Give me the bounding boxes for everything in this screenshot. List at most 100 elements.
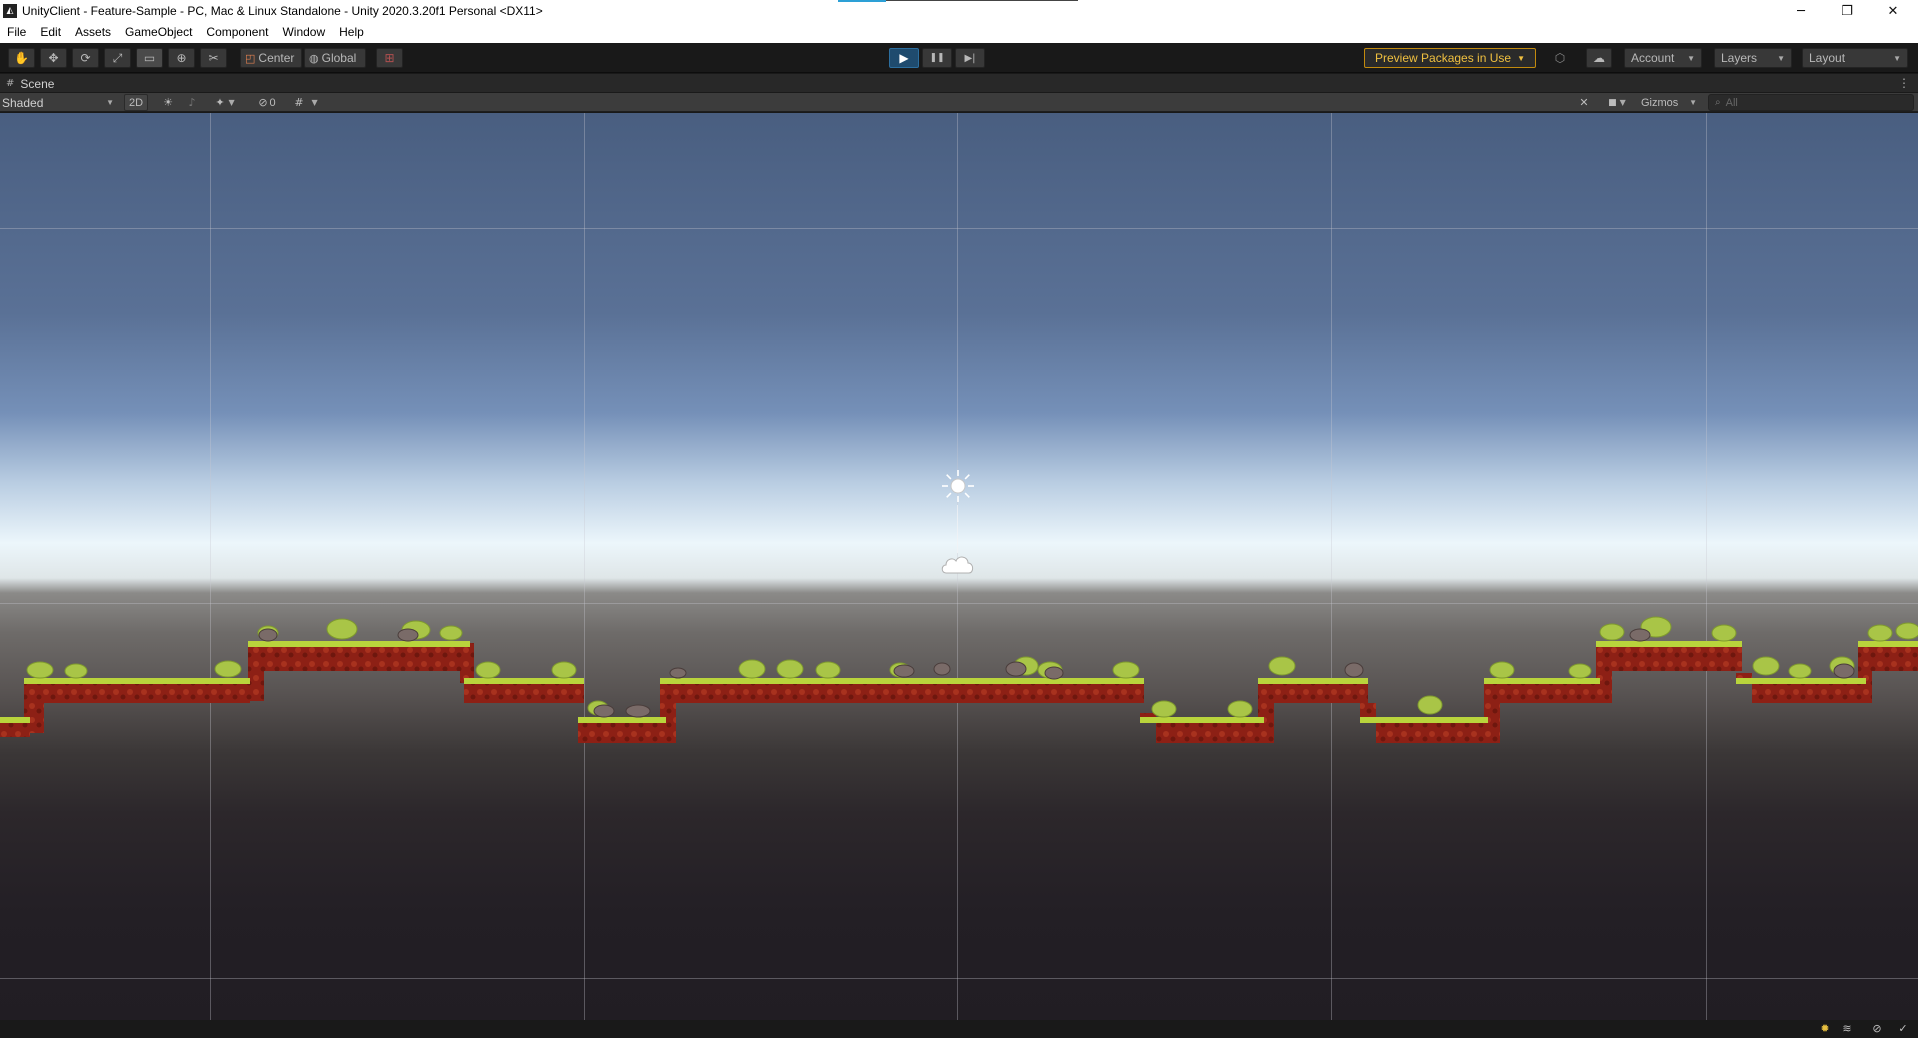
scene-visibility-button[interactable]: ⊘ 0 (252, 94, 282, 111)
cloud-icon: ☁ (1593, 51, 1605, 65)
preview-packages-button[interactable]: Preview Packages in Use ▼ (1364, 48, 1536, 68)
move-tool-button[interactable]: ✥ (40, 48, 67, 68)
chevron-down-icon: ▼ (1619, 98, 1626, 107)
tab-scene[interactable]: # Scene (0, 74, 62, 93)
search-placeholder: All (1725, 96, 1738, 109)
close-button[interactable]: ✕ (1870, 0, 1916, 22)
chevron-down-icon: ▼ (106, 98, 114, 107)
layers-icon[interactable]: ≋ (1840, 1022, 1854, 1036)
snap-grid-icon: ⊞ (384, 51, 395, 65)
draw-mode-label: Shaded (2, 95, 44, 110)
chevron-down-icon: ▼ (1687, 53, 1695, 63)
menu-help[interactable]: Help (332, 22, 371, 43)
unity-logo-icon: ◭ (3, 4, 17, 18)
chevron-down-icon: ▼ (228, 98, 235, 107)
tools-icon: ✕ (1579, 96, 1589, 109)
camera-dropdown[interactable]: ■ ▼ (1602, 94, 1632, 111)
rotate-tool-icon: ⟳ (80, 51, 91, 65)
collab-icon: ⬡ (1554, 51, 1566, 65)
play-button[interactable]: ▶ (889, 48, 919, 68)
close-icon: ✕ (1887, 3, 1899, 19)
scale-tool-button[interactable]: ⤢ (104, 48, 131, 68)
step-button[interactable]: ▶| (955, 48, 985, 68)
menu-bar: File Edit Assets GameObject Component Wi… (0, 22, 1918, 43)
chevron-down-icon: ▼ (1777, 53, 1785, 63)
scene-view-toolbar: Shaded ▼ 2D ☀ ♪ ✦ ▼ ⊘ 0 # ▼ ✕ ■ ▼ Gizmos… (0, 93, 1918, 112)
lightbulb-icon[interactable]: ✹ (1818, 1022, 1832, 1036)
light-direction-line (957, 505, 958, 553)
snap-button[interactable]: ⊞ (376, 48, 403, 68)
step-icon: ▶| (964, 52, 976, 64)
maximize-button[interactable]: ❐ (1824, 0, 1870, 22)
pivot-mode-button[interactable]: ◰ Center (240, 48, 302, 68)
title-progress-track (886, 0, 1078, 1)
scene-search-input[interactable]: ⌕ All (1708, 94, 1914, 111)
collab-button[interactable]: ⬡ (1548, 48, 1572, 68)
hand-tool-icon: ✋ (14, 51, 29, 65)
directional-light-icon[interactable] (940, 468, 976, 504)
status-bar: ✹ ≋ ⊘ ✓ (0, 1020, 1918, 1038)
rotate-tool-button[interactable]: ⟳ (72, 48, 99, 68)
gizmos-dropdown[interactable]: Gizmos ▼ (1636, 94, 1702, 111)
scene-audio-button[interactable]: ♪ (182, 94, 202, 111)
title-progress-accent (838, 0, 886, 2)
account-label: Account (1631, 51, 1675, 65)
chevron-down-icon: ▼ (1517, 53, 1525, 63)
lighting-icon: ☀ (163, 96, 173, 109)
grid-dropdown[interactable]: # ▼ (288, 94, 324, 111)
cloud-button[interactable]: ☁ (1586, 48, 1612, 68)
custom-tool-button[interactable]: ✂ (200, 48, 227, 68)
hidden-objects-count: 0 (269, 96, 276, 109)
scene-lighting-button[interactable]: ☀ (158, 94, 178, 111)
hand-tool-button[interactable]: ✋ (8, 48, 35, 68)
minimize-icon: ─ (1797, 3, 1805, 19)
transform-tool-button[interactable]: ⊕ (168, 48, 195, 68)
pivot-rotation-label: Global (321, 51, 357, 65)
tab-scene-label: Scene (20, 76, 55, 91)
editor-tools-button[interactable]: ✕ (1574, 94, 1594, 111)
audio-icon: ♪ (188, 96, 196, 109)
scene-effects-dropdown[interactable]: ✦ ▼ (208, 94, 242, 111)
rect-tool-icon: ▭ (143, 51, 156, 65)
restore-icon: ❐ (1841, 3, 1853, 19)
scene-tab-icon: # (6, 78, 15, 89)
main-toolbar: ✋ ✥ ⟳ ⤢ ▭ ⊕ ✂ ◰ Center ◍ Global ⊞ ▶ ❚❚ ▶… (0, 43, 1918, 73)
camera-gizmo-icon[interactable] (940, 551, 976, 577)
pivot-rotation-button[interactable]: ◍ Global (304, 48, 366, 68)
draw-mode-dropdown[interactable]: Shaded ▼ (0, 94, 118, 111)
menu-assets[interactable]: Assets (68, 22, 118, 43)
layers-label: Layers (1721, 51, 1758, 65)
chevron-down-icon: ▼ (1893, 53, 1901, 63)
title-bar: ◭ UnityClient - Feature-Sample - PC, Mac… (0, 0, 1918, 22)
minimize-button[interactable]: ─ (1778, 0, 1824, 22)
window-title: UnityClient - Feature-Sample - PC, Mac &… (22, 4, 543, 18)
menu-component[interactable]: Component (199, 22, 275, 43)
pause-button[interactable]: ❚❚ (922, 48, 952, 68)
layers-dropdown[interactable]: Layers ▼ (1714, 48, 1792, 68)
transform-tool-icon: ⊕ (176, 51, 187, 65)
custom-tool-icon: ✂ (208, 51, 219, 65)
account-dropdown[interactable]: Account ▼ (1624, 48, 1702, 68)
layout-dropdown[interactable]: Layout ▼ (1802, 48, 1908, 68)
scene-tab-bar: # Scene ⋮ (0, 74, 1918, 93)
more-options-icon[interactable]: ⋮ (1898, 76, 1910, 90)
check-icon[interactable]: ✓ (1896, 1022, 1910, 1036)
effects-icon: ✦ (215, 96, 225, 109)
toggle-2d-button[interactable]: 2D (124, 94, 148, 111)
auto-generate-lighting-icon[interactable]: ⊘ (1870, 1022, 1884, 1036)
pivot-center-icon: ◰ (245, 51, 256, 65)
grid-icon: # (294, 96, 304, 109)
menu-file[interactable]: File (0, 22, 33, 43)
chevron-down-icon: ▼ (1689, 98, 1697, 107)
gizmos-label: Gizmos (1641, 96, 1679, 109)
play-icon: ▶ (899, 51, 909, 65)
menu-edit[interactable]: Edit (33, 22, 68, 43)
menu-window[interactable]: Window (275, 22, 332, 43)
scene-viewport[interactable] (0, 113, 1918, 1020)
globe-icon: ◍ (309, 51, 319, 65)
rect-tool-button[interactable]: ▭ (136, 48, 163, 68)
layout-label: Layout (1809, 51, 1846, 65)
move-tool-icon: ✥ (48, 51, 59, 65)
scale-tool-icon: ⤢ (112, 50, 123, 65)
menu-gameobject[interactable]: GameObject (118, 22, 199, 43)
